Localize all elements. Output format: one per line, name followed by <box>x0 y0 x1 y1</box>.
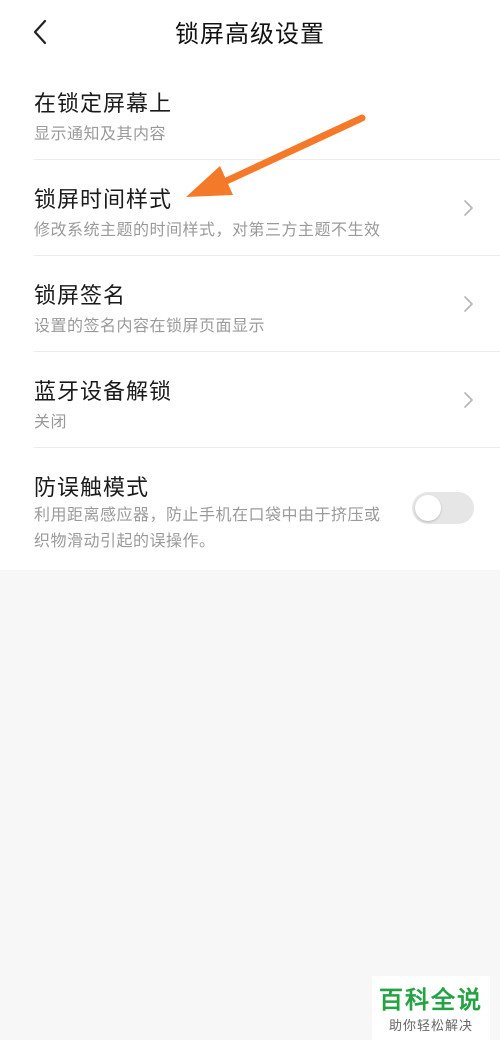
setting-subtitle: 利用距离感应器，防止手机在口袋中由于挤压或织物滑动引起的误操作。 <box>34 505 381 550</box>
chevron-right-icon <box>464 392 473 408</box>
watermark-subtitle: 助你轻松解决 <box>388 1019 473 1034</box>
setting-title: 锁屏时间样式 <box>34 188 173 213</box>
setting-anti-mistouch[interactable]: 防误触模式 利用距离感应器，防止手机在口袋中由于挤压或织物滑动引起的误操作。 <box>0 448 500 570</box>
setting-title: 在锁定屏幕上 <box>34 92 173 117</box>
setting-subtitle: 修改系统主题的时间样式，对第三方主题不生效 <box>34 220 381 239</box>
setting-title: 蓝牙设备解锁 <box>34 380 173 405</box>
page-title: 锁屏高级设置 <box>175 20 325 48</box>
setting-subtitle: 关闭 <box>34 412 68 431</box>
toggle-knob <box>415 495 441 521</box>
anti-mistouch-toggle[interactable] <box>412 492 474 524</box>
setting-bluetooth-unlock[interactable]: 蓝牙设备解锁 关闭 <box>0 352 500 448</box>
watermark-title: 百科全说 <box>379 986 483 1014</box>
setting-subtitle: 显示通知及其内容 <box>34 124 167 143</box>
setting-subtitle: 设置的签名内容在锁屏页面显示 <box>34 316 266 335</box>
header-bar: 锁屏高级设置 <box>0 0 500 64</box>
setting-title: 锁屏签名 <box>34 284 127 309</box>
setting-on-lock-screen[interactable]: 在锁定屏幕上 显示通知及其内容 <box>0 64 500 160</box>
settings-list: 在锁定屏幕上 显示通知及其内容 锁屏时间样式 修改系统主题的时间样式，对第三方主… <box>0 64 500 570</box>
setting-lock-time-style[interactable]: 锁屏时间样式 修改系统主题的时间样式，对第三方主题不生效 <box>0 160 500 256</box>
screen: 锁屏高级设置 在锁定屏幕上 显示通知及其内容 锁屏时间样式 修改系统主题的时间样… <box>0 0 500 1040</box>
chevron-right-icon <box>464 200 473 216</box>
setting-lock-signature[interactable]: 锁屏签名 设置的签名内容在锁屏页面显示 <box>0 256 500 352</box>
setting-title: 防误触模式 <box>34 476 150 501</box>
watermark-logo: 百科全说 助你轻松解决 <box>372 976 490 1040</box>
chevron-right-icon <box>464 296 473 312</box>
